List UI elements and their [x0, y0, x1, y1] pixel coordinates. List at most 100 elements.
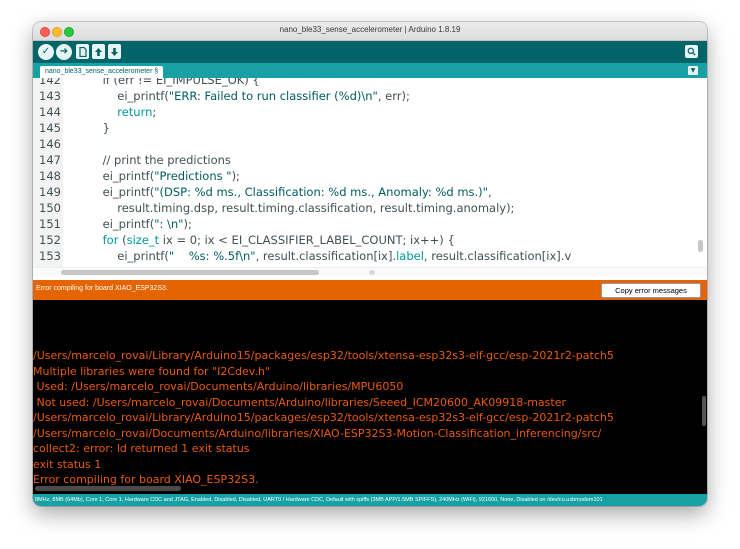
magnifier-icon	[687, 47, 696, 56]
code-token: if (err != EI_IMPULSE_OK) {	[88, 78, 260, 87]
code-text: ei_printf(" %s: %.5f\n", result.classifi…	[88, 248, 571, 264]
console-output[interactable]: /Users/marcelo_rovai/Library/Arduino15/p…	[33, 300, 707, 494]
editor-scroll-end[interactable]	[369, 270, 375, 275]
code-text: ei_printf(": \n");	[88, 216, 192, 232]
status-message: Error compiling for board XIAO_ESP32S3.	[36, 285, 168, 292]
code-token: ;	[152, 105, 157, 119]
board-info-text: 8MHz, 8MB (64Mb), Core 1, Core 1, Hardwa…	[35, 497, 603, 503]
arrow-right-icon: ➜	[59, 46, 69, 57]
line-number: 143	[39, 89, 61, 103]
console-line: Used: /Users/marcelo_rovai/Documents/Ard…	[33, 380, 404, 393]
code-token: );	[183, 217, 192, 231]
code-token: );	[231, 169, 240, 183]
code-token: ei_printf(	[88, 217, 155, 231]
code-line: 144 return;	[33, 104, 707, 120]
console-line: /Users/marcelo_rovai/Library/Arduino15/p…	[33, 349, 614, 362]
code-token: ,	[487, 185, 492, 199]
line-number: 142	[39, 78, 61, 87]
code-line: 142 if (err != EI_IMPULSE_OK) {	[33, 78, 707, 88]
code-text: ei_printf("Predictions ");	[88, 168, 240, 184]
code-token: "Predictions "	[154, 169, 232, 183]
arrow-up-icon	[95, 47, 102, 56]
code-token: ei_printf(	[88, 249, 169, 263]
line-number: 148	[39, 169, 61, 183]
code-line: 150 result.timing.dsp, result.timing.cla…	[33, 200, 707, 216]
code-token: size_t	[126, 233, 160, 247]
code-token: , result.classification[ix].	[255, 249, 397, 263]
line-number: 146	[39, 137, 61, 151]
editor-horizontal-scrollbar[interactable]	[33, 267, 707, 276]
code-token: ": \n"	[154, 217, 184, 231]
code-line: 143 ei_printf("ERR: Failed to run classi…	[33, 88, 707, 104]
copy-error-messages-button[interactable]: Copy error messages	[601, 283, 701, 298]
code-line: 146	[33, 136, 707, 152]
tab-sketch[interactable]: nano_ble33_sense_accelerometer §	[40, 66, 164, 78]
code-line: 147 // print the predictions	[33, 152, 707, 168]
editor-vertical-scrollbar[interactable]	[698, 240, 703, 252]
code-token: result.timing.dsp, result.timing.classif…	[88, 201, 515, 215]
console-line: /Users/marcelo_rovai/Library/Arduino15/p…	[33, 411, 614, 424]
code-line: 152 for (size_t ix = 0; ix < EI_CLASSIFI…	[33, 232, 707, 248]
code-token: " %s: %.5f\n"	[168, 249, 256, 263]
code-token: ei_printf(	[88, 89, 169, 103]
code-token: "(DSP: %d ms., Classification: %d ms., A…	[154, 185, 488, 199]
code-token: for	[102, 233, 119, 247]
code-line: 145 }	[33, 120, 707, 136]
code-line: 153 ei_printf(" %s: %.5f\n", result.clas…	[33, 248, 707, 264]
line-number: 144	[39, 105, 61, 119]
window-title: nano_ble33_sense_accelerometer | Arduino…	[279, 25, 461, 34]
save-sketch-button[interactable]	[108, 44, 121, 59]
line-number: 145	[39, 121, 61, 135]
upload-button[interactable]: ➜	[56, 44, 72, 60]
triangle-down-icon: ▼	[690, 67, 696, 74]
code-token: , err);	[377, 89, 410, 103]
code-token: }	[88, 121, 110, 135]
verify-button[interactable]: ✓	[38, 44, 54, 60]
code-token: ix = 0; ix < EI_CLASSIFIER_LABEL_COUNT; …	[159, 233, 455, 247]
code-text: return;	[88, 104, 156, 120]
code-text: ei_printf("(DSP: %d ms., Classification:…	[88, 184, 492, 200]
line-number: 149	[39, 185, 61, 199]
line-number: 150	[39, 201, 61, 215]
console-line: Error compiling for board XIAO_ESP32S3.	[33, 473, 259, 486]
console-vertical-scrollbar[interactable]	[702, 396, 706, 426]
code-token: label	[396, 249, 424, 263]
console-horizontal-scrollbar[interactable]	[35, 486, 181, 491]
code-token: ei_printf(	[88, 169, 155, 183]
console-line: collect2: error: ld returned 1 exit stat…	[33, 442, 250, 455]
arrow-down-icon	[111, 47, 118, 56]
code-token: , result.classification[ix].v	[423, 249, 572, 263]
console-line: /Users/marcelo_rovai/Documents/Arduino/l…	[33, 426, 602, 440]
new-file-icon	[78, 46, 87, 57]
arduino-window: nano_ble33_sense_accelerometer | Arduino…	[33, 22, 707, 506]
toolbar: ✓ ➜	[33, 41, 707, 63]
console-line: Not used: /Users/marcelo_rovai/Documents…	[33, 395, 567, 409]
line-number: 152	[39, 233, 61, 247]
code-text: result.timing.dsp, result.timing.classif…	[88, 200, 514, 216]
open-sketch-button[interactable]	[92, 44, 105, 59]
code-line: 148 ei_printf("Predictions ");	[33, 168, 707, 184]
code-token: // print the predictions	[88, 153, 231, 167]
code-token: return	[117, 105, 153, 119]
code-token: (	[118, 233, 127, 247]
code-text: ei_printf("ERR: Failed to run classifier…	[88, 88, 410, 104]
status-bar: Error compiling for board XIAO_ESP32S3. …	[33, 280, 707, 300]
code-text: for (size_t ix = 0; ix < EI_CLASSIFIER_L…	[88, 232, 455, 248]
tab-row: nano_ble33_sense_accelerometer § ▼	[33, 63, 707, 78]
code-token: ei_printf(	[88, 185, 155, 199]
tab-menu-button[interactable]: ▼	[688, 66, 698, 75]
code-line: 151 ei_printf(": \n");	[33, 216, 707, 232]
code-line: 149 ei_printf("(DSP: %d ms., Classificat…	[33, 184, 707, 200]
title-bar: nano_ble33_sense_accelerometer | Arduino…	[33, 22, 707, 41]
line-number: 151	[39, 217, 61, 231]
check-icon: ✓	[41, 46, 51, 57]
console-line: exit status 1	[33, 457, 102, 471]
code-editor[interactable]: 142 if (err != EI_IMPULSE_OK) {143 ei_pr…	[33, 78, 707, 276]
serial-monitor-button[interactable]	[685, 45, 698, 58]
code-text: if (err != EI_IMPULSE_OK) {	[88, 78, 260, 88]
editor-scroll-thumb[interactable]	[61, 270, 319, 275]
line-number: 147	[39, 153, 61, 167]
new-sketch-button[interactable]	[76, 44, 89, 59]
